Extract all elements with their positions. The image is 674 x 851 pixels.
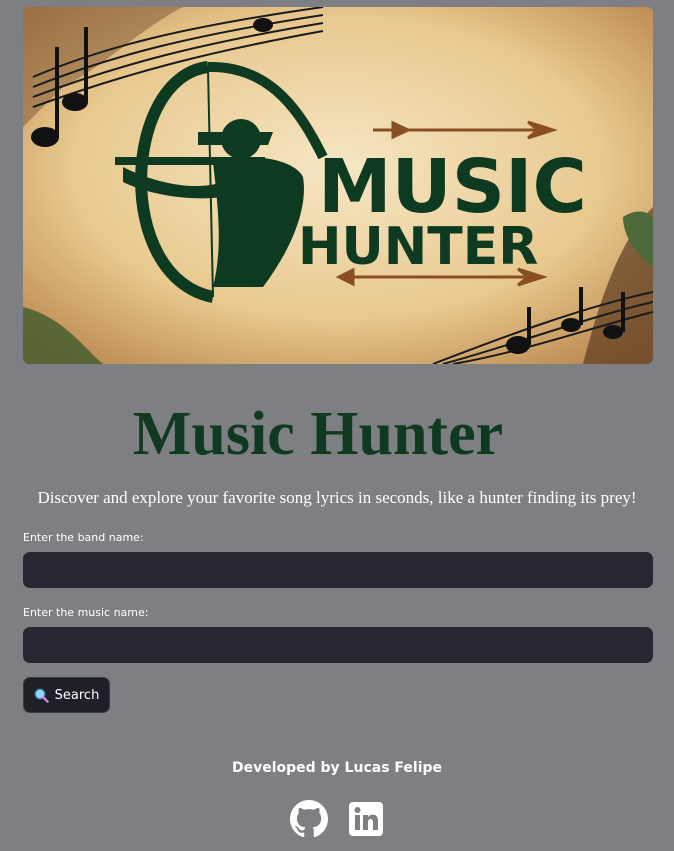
band-name-input[interactable] <box>23 552 653 588</box>
linkedin-icon <box>347 800 385 838</box>
music-hunter-banner-image: MUSIC HUNTER <box>23 7 653 364</box>
developer-credit: Developed by Lucas Felipe <box>231 760 443 776</box>
search-button-label: Search <box>54 687 100 703</box>
page-subtitle: Discover and explore your favorite song … <box>37 488 637 507</box>
banner-illustration: MUSIC HUNTER <box>23 7 653 364</box>
music-name-label: Enter the music name: <box>23 606 149 619</box>
github-icon <box>290 800 328 838</box>
page-title: Music Hunter <box>132 400 504 468</box>
search-button[interactable]: Search <box>23 677 110 713</box>
linkedin-link[interactable] <box>347 800 385 838</box>
music-name-input[interactable] <box>23 627 653 663</box>
banner-logo-line2: HUNTER <box>298 217 538 277</box>
magnifier-icon <box>34 688 49 703</box>
app-page: MUSIC HUNTER Music Hunter Discover and e… <box>0 0 674 851</box>
github-link[interactable] <box>290 800 328 838</box>
band-name-label: Enter the band name: <box>23 531 144 544</box>
